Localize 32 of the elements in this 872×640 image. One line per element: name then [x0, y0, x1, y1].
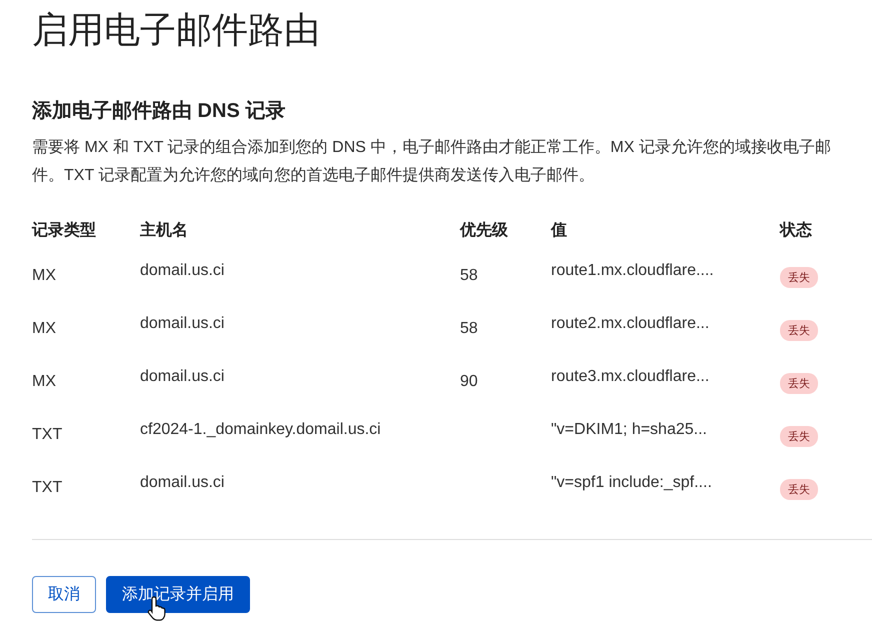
- table-cell: 58: [460, 267, 478, 285]
- table-cell: domail.us.ci: [140, 474, 224, 492]
- table-cell: route3.mx.cloudflare...: [551, 368, 710, 386]
- table-cell: MX: [32, 373, 56, 391]
- table-cell: MX: [32, 320, 56, 338]
- status-badge: 丢失: [780, 373, 818, 394]
- table-cell: MX: [32, 267, 56, 285]
- table-cell: "v=spf1 include:_spf....: [551, 474, 712, 492]
- table-cell: 58: [460, 320, 478, 338]
- column-header: 主机名: [140, 220, 189, 241]
- page-title: 启用电子邮件路由: [32, 8, 321, 52]
- status-badge: 丢失: [780, 426, 818, 447]
- status-badge: 丢失: [780, 320, 818, 341]
- section-heading: 添加电子邮件路由 DNS 记录: [32, 99, 286, 124]
- table-cell: domail.us.ci: [140, 368, 224, 386]
- table-cell: route1.mx.cloudflare....: [551, 262, 714, 280]
- column-header: 状态: [780, 220, 813, 241]
- table-cell: cf2024-1._domainkey.domail.us.ci: [140, 421, 381, 439]
- table-cell: route2.mx.cloudflare...: [551, 315, 710, 333]
- table-cell: TXT: [32, 479, 62, 497]
- status-badge: 丢失: [780, 267, 818, 288]
- table-cell: 90: [460, 373, 478, 391]
- column-header: 优先级: [460, 220, 509, 241]
- table-cell: TXT: [32, 426, 62, 444]
- cancel-button[interactable]: 取消: [32, 576, 96, 613]
- description: 需要将 MX 和 TXT 记录的组合添加到您的 DNS 中，电子邮件路由才能正常工作。MX 记录允许您的域接收电子邮件。TXT 记录配置为允许您的域向您的首选电子邮件提供商发送传入电子邮件。: [32, 138, 832, 186]
- column-header: 值: [551, 221, 568, 241]
- status-badge: 丢失: [780, 479, 818, 500]
- column-header: 记录类型: [32, 220, 97, 241]
- table-cell: domail.us.ci: [140, 315, 224, 333]
- table-cell: domail.us.ci: [140, 262, 224, 280]
- table-cell: "v=DKIM1; h=sha25...: [551, 421, 707, 439]
